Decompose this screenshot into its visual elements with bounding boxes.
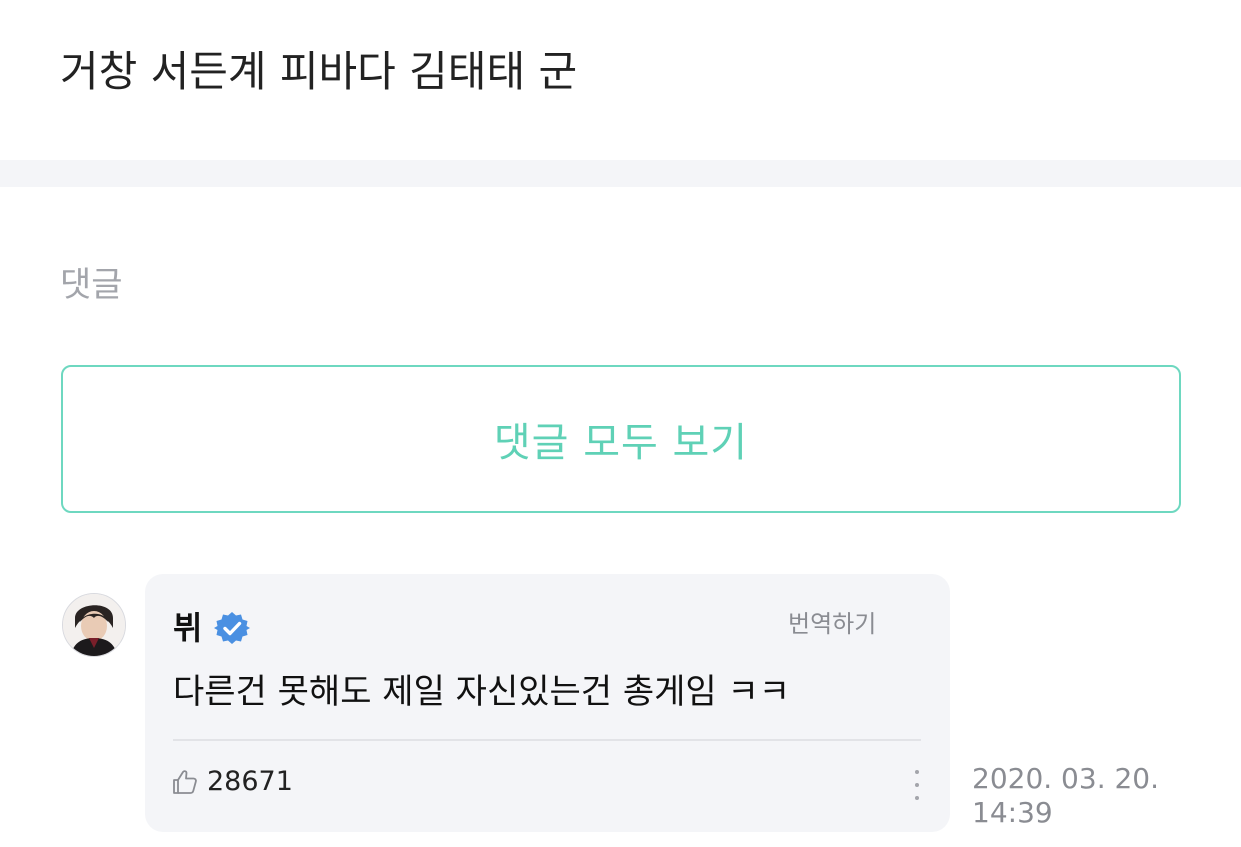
comment-author: 뷔	[173, 608, 251, 648]
like-button[interactable]: 28671	[171, 766, 293, 798]
verified-badge-icon	[214, 610, 251, 646]
view-all-comments-button[interactable]: 댓글 모두 보기	[61, 365, 1181, 513]
like-count: 28671	[207, 766, 293, 797]
section-divider	[0, 160, 1241, 187]
comment-timestamp: 2020. 03. 20. 14:39	[972, 762, 1212, 830]
avatar[interactable]	[62, 593, 126, 657]
post-title: 거창 서든계 피바다 김태태 군	[60, 47, 578, 96]
comment-date: 2020. 03. 20.	[972, 762, 1160, 795]
view-all-comments-label: 댓글 모두 보기	[493, 420, 749, 466]
translate-button[interactable]: 번역하기	[788, 608, 876, 640]
comment-card: 뷔 번역하기 다른건 못해도 제일 자신있는건 총게임 ㅋㅋ 28671	[145, 574, 950, 832]
more-vertical-icon[interactable]	[905, 770, 929, 800]
comment-divider	[173, 739, 921, 741]
comment-time: 14:39	[972, 796, 1053, 829]
author-name[interactable]: 뷔	[173, 608, 202, 648]
comments-section-label: 댓글	[60, 265, 123, 305]
avatar-image	[63, 594, 125, 656]
thumbs-up-icon	[171, 768, 199, 796]
comment-text: 다른건 못해도 제일 자신있는건 총게임 ㅋㅋ	[173, 672, 791, 712]
